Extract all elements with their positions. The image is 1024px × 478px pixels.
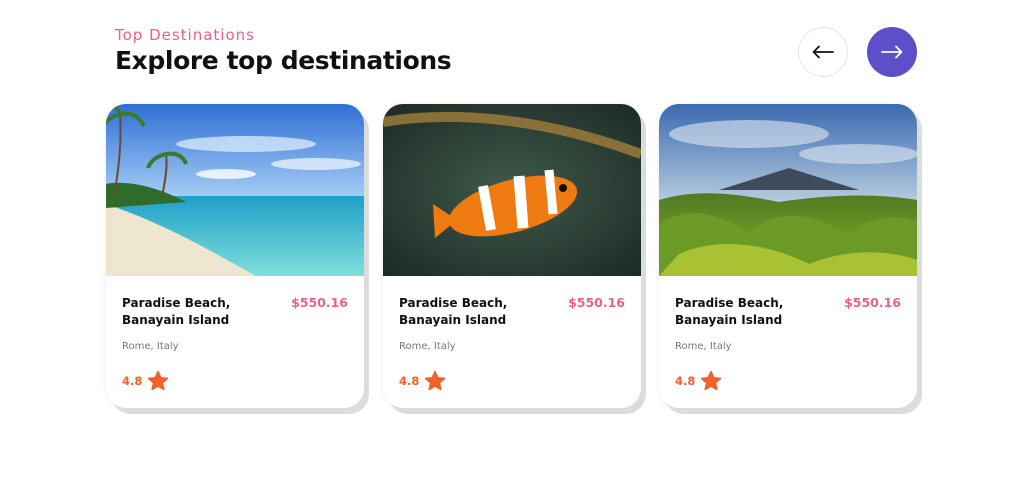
beach-photo — [106, 104, 364, 276]
rating-value: 4.8 — [399, 374, 420, 388]
card-location: Rome, Italy — [122, 341, 179, 352]
star-icon — [701, 370, 722, 391]
destination-card[interactable]: Paradise Beach, Banayain Island $550.16 … — [383, 104, 641, 408]
card-rating: 4.8 — [122, 370, 169, 392]
clownfish-photo — [383, 104, 641, 276]
card-price: $550.16 — [844, 295, 901, 310]
destination-card[interactable]: Paradise Beach, Banayain Island $550.16 … — [659, 104, 917, 408]
mountain-photo — [659, 104, 917, 276]
next-button[interactable] — [867, 27, 917, 77]
section-title: Explore top destinations — [115, 46, 452, 75]
arrow-right-icon — [881, 45, 903, 59]
destination-card[interactable]: Paradise Beach, Banayain Island $550.16 … — [106, 104, 364, 408]
card-title: Paradise Beach, Banayain Island — [675, 296, 784, 327]
arrow-left-icon — [812, 45, 834, 59]
card-price: $550.16 — [568, 295, 625, 310]
prev-button[interactable] — [798, 27, 848, 77]
card-title: Paradise Beach, Banayain Island — [399, 296, 508, 327]
card-rating: 4.8 — [399, 370, 446, 392]
star-icon — [425, 370, 446, 391]
card-location: Rome, Italy — [675, 341, 732, 352]
card-rating: 4.8 — [675, 370, 722, 392]
card-location: Rome, Italy — [399, 341, 456, 352]
rating-value: 4.8 — [122, 374, 143, 388]
rating-value: 4.8 — [675, 374, 696, 388]
card-price: $550.16 — [291, 295, 348, 310]
section-eyebrow: Top Destinations — [115, 26, 255, 44]
star-icon — [148, 370, 169, 391]
card-title: Paradise Beach, Banayain Island — [122, 296, 231, 327]
